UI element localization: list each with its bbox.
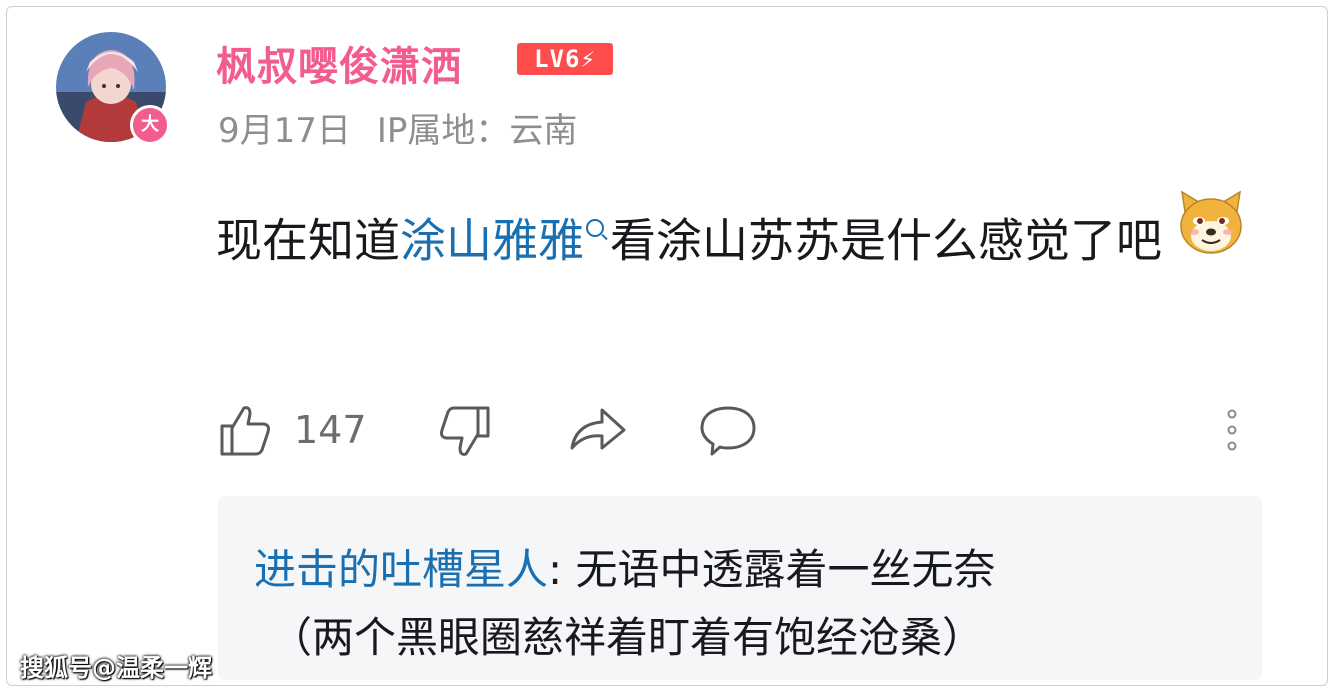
reply-text-1: 无语中透露着一丝无奈 [575, 545, 996, 594]
search-icon[interactable] [586, 218, 604, 237]
thumbs-down-icon [440, 406, 490, 456]
comment-actions: 147 [216, 400, 1246, 460]
reply-separator: : [548, 545, 576, 594]
reply-button[interactable] [698, 400, 758, 460]
reply-line-2: （两个黑眼圈慈祥着盯着有饱经沧桑） [270, 613, 985, 662]
lightning-icon: ⚡ [580, 45, 596, 73]
level-badge-text: LV6 [534, 45, 581, 73]
reply-author[interactable]: 进击的吐槽星人 [254, 545, 548, 594]
comment-meta: 9月17日 IP属地：云南 [218, 103, 577, 152]
like-count: 147 [294, 408, 367, 452]
search-link[interactable]: 涂山雅雅 [400, 214, 584, 268]
thumbs-up-icon [220, 406, 270, 456]
comment-content: 现在知道涂山雅雅 看涂山苏苏是什么感觉了吧 [216, 190, 1246, 294]
avatar-vip-badge: 大 [130, 105, 170, 145]
content-text-before: 现在知道 [216, 213, 400, 268]
level-badge: LV6⚡ [517, 43, 613, 75]
comment-bubble-icon [700, 406, 756, 456]
more-vertical-icon [1227, 409, 1237, 451]
more-options-button[interactable] [1222, 400, 1242, 460]
share-icon [570, 408, 626, 450]
ip-location: IP属地：云南 [376, 111, 578, 151]
reply-line-1: 进击的吐槽星人: 无语中透露着一丝无奈 [254, 536, 996, 597]
share-button[interactable] [568, 400, 628, 460]
reply-preview[interactable]: 进击的吐槽星人: 无语中透露着一丝无奈 （两个黑眼圈慈祥着盯着有饱经沧桑） [218, 496, 1262, 680]
watermark: 搜狐号@温柔一辉 [20, 654, 212, 682]
comment-date: 9月17日 [218, 111, 351, 151]
content-text-after: 看涂山苏苏是什么感觉了吧 [610, 213, 1162, 268]
like-button[interactable]: 147 [216, 400, 367, 460]
dislike-button[interactable] [438, 400, 494, 460]
doge-emoji-icon [1176, 188, 1246, 288]
username[interactable]: 枫叔嘤俊潇洒 [216, 34, 462, 92]
